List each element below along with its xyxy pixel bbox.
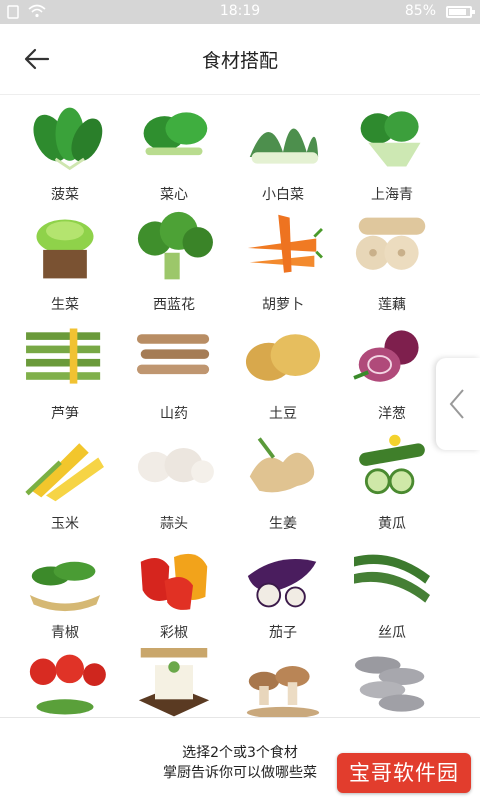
lettuce-image: [22, 210, 108, 286]
ingredient-label: 生姜: [269, 515, 297, 532]
eggplant-image: [240, 538, 326, 614]
tomato-image: [22, 648, 108, 718]
ingredient-item[interactable]: 山药: [124, 319, 224, 423]
ingredient-item[interactable]: 生姜: [233, 429, 333, 533]
ingredient-label: 山药: [160, 406, 188, 422]
ingredient-item[interactable]: [15, 648, 115, 718]
ingredient-label: 茄子: [269, 625, 297, 641]
ingredient-item[interactable]: 玉米: [15, 429, 115, 533]
ingredient-label: 彩椒: [160, 625, 188, 641]
ingredient-label: 菜心: [160, 187, 188, 203]
ingredient-label: 丝瓜: [378, 625, 406, 641]
bok-choy-image: [240, 100, 326, 176]
ingredient-label: 莲藕: [378, 296, 406, 313]
shanghai-green-image: [349, 100, 435, 176]
ingredient-label: 黄瓜: [378, 515, 406, 532]
ginger-image: [240, 429, 326, 505]
ingredient-label: 西蓝花: [153, 296, 195, 313]
ingredient-label: 小白菜: [262, 187, 304, 203]
top-bar: 食材搭配: [0, 24, 480, 95]
potato-image: [240, 319, 326, 395]
ingredient-item[interactable]: 菜心: [124, 100, 224, 204]
asparagus-image: [22, 319, 108, 395]
ingredient-item[interactable]: 小白菜: [233, 100, 333, 204]
tofu-image: [131, 647, 217, 718]
ingredient-label: 胡萝卜: [262, 296, 304, 313]
green-pepper-image: [22, 538, 108, 614]
ingredient-grid: 菠菜 菜心 小白菜 上海青生菜 西蓝花 胡萝卜 莲藕芦笋 山药 土豆 洋葱玉米 蒜头 生姜 黄瓜青椒 彩椒…: [0, 95, 480, 717]
ingredient-item[interactable]: 洋葱: [342, 319, 442, 423]
ingredient-label: 蒜头: [160, 515, 188, 532]
page-title: 食材搭配: [201, 50, 278, 72]
mushroom-image: [240, 648, 326, 717]
ingredient-item[interactable]: 彩椒: [124, 538, 224, 642]
ingredient-item[interactable]: 蒜头: [124, 429, 224, 533]
status-bar: 18:19 85%: [0, 0, 480, 24]
choy-sum-image: [131, 100, 217, 176]
battery-percent: 85%: [404, 3, 436, 19]
ingredient-item[interactable]: 生菜: [15, 210, 115, 314]
broccoli-image: [131, 210, 217, 286]
ingredient-label: 玉米: [51, 515, 79, 532]
ingredient-label: 洋葱: [378, 406, 406, 422]
lotus-root-image: [349, 210, 435, 286]
spinach-image: [22, 100, 108, 176]
garlic-image: [131, 429, 217, 505]
chevron-left-icon: [449, 389, 464, 419]
battery-icon: [446, 6, 475, 18]
ingredient-item[interactable]: [233, 648, 333, 717]
ingredient-label: 菠菜: [51, 187, 79, 203]
ingredient-label: 芦笋: [51, 406, 79, 422]
ingredient-item[interactable]: 菠菜: [15, 100, 115, 204]
watermark-logo: 宝哥软件园: [337, 753, 471, 793]
yam-image: [131, 319, 217, 395]
ingredient-item[interactable]: 莲藕: [342, 210, 442, 314]
ingredient-item[interactable]: 土豆: [233, 319, 333, 423]
ingredient-label: 青椒: [51, 625, 79, 641]
ingredient-item[interactable]: 胡萝卜: [233, 210, 333, 314]
ingredient-label: 上海青: [371, 187, 413, 203]
ingredient-item[interactable]: [342, 648, 442, 718]
ingredient-item[interactable]: [124, 647, 224, 718]
onion-image: [349, 319, 435, 395]
ingredient-item[interactable]: 茄子: [233, 538, 333, 642]
luffa-image: [349, 538, 435, 614]
bell-pepper-image: [131, 538, 217, 614]
carrot-image: [240, 210, 326, 286]
cucumber-image: [349, 429, 435, 505]
ingredient-item[interactable]: 上海青: [342, 100, 442, 204]
ingredient-item[interactable]: 青椒: [15, 538, 115, 642]
ingredient-item[interactable]: 西蓝花: [124, 210, 224, 314]
oyster-mushroom-image: [349, 648, 435, 718]
ingredient-label: 土豆: [269, 406, 297, 422]
corn-image: [22, 429, 108, 505]
ingredient-label: 生菜: [51, 296, 79, 313]
ingredient-item[interactable]: 黄瓜: [342, 429, 442, 533]
ingredient-item[interactable]: 丝瓜: [342, 538, 442, 642]
side-drawer-handle[interactable]: [436, 358, 480, 450]
ingredient-item[interactable]: 芦笋: [15, 319, 115, 423]
